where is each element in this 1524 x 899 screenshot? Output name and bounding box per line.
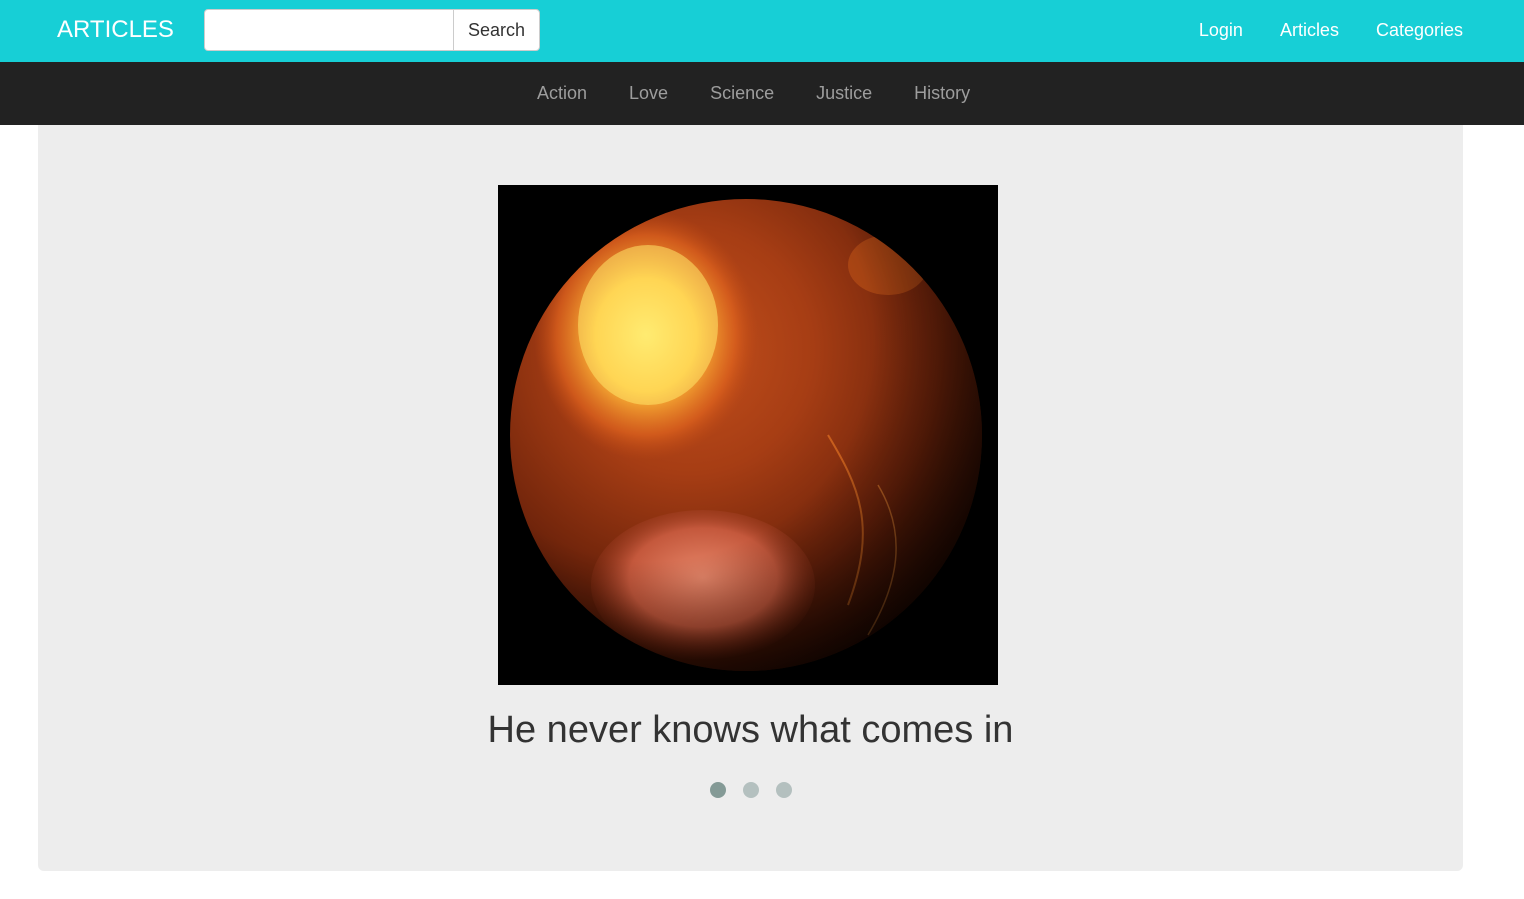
category-link-justice[interactable]: Justice xyxy=(816,81,872,105)
search-button[interactable]: Search xyxy=(453,9,540,51)
carousel-indicator-1[interactable] xyxy=(710,782,726,798)
top-nav-links: Login Articles Categories xyxy=(1199,17,1463,43)
brand-link[interactable]: ARTICLES xyxy=(57,15,174,45)
category-link-science[interactable]: Science xyxy=(710,81,774,105)
carousel-slide-image xyxy=(498,185,998,685)
articles-link[interactable]: Articles xyxy=(1280,17,1339,43)
login-link[interactable]: Login xyxy=(1199,17,1243,43)
search-form: Search xyxy=(204,9,540,51)
carousel-panel: He never knows what comes in xyxy=(38,125,1463,871)
category-link-love[interactable]: Love xyxy=(629,81,668,105)
categories-link[interactable]: Categories xyxy=(1376,17,1463,43)
category-link-history[interactable]: History xyxy=(914,81,970,105)
carousel-indicator-2[interactable] xyxy=(743,782,759,798)
carousel-caption: He never knows what comes in xyxy=(487,709,1014,751)
category-link-action[interactable]: Action xyxy=(537,81,587,105)
molten-planet-image xyxy=(498,185,998,685)
search-input[interactable] xyxy=(204,9,453,51)
top-navbar: ARTICLES Search Login Articles Categorie… xyxy=(0,0,1524,62)
carousel-indicators xyxy=(710,782,792,798)
category-navbar: Action Love Science Justice History xyxy=(0,62,1524,125)
category-links: Action Love Science Justice History xyxy=(537,81,970,105)
carousel-indicator-3[interactable] xyxy=(776,782,792,798)
